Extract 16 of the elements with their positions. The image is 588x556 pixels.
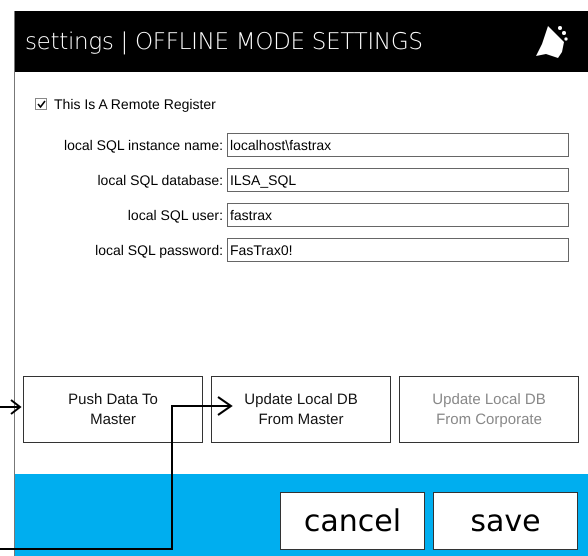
save-button[interactable]: save — [433, 492, 578, 550]
action-button[interactable]: Update Local DB From Master — [211, 376, 391, 443]
text-field[interactable]: localhost\fastrax — [227, 133, 569, 157]
action-button[interactable]: Push Data To Master — [23, 376, 203, 443]
field-label: local SQL database: — [96, 172, 224, 188]
checkbox-label: This Is A Remote Register — [54, 96, 216, 112]
cancel-button[interactable]: cancel — [280, 492, 425, 550]
window-title: settings | OFFLINE MODE SETTINGS — [25, 28, 423, 54]
text-field[interactable]: ILSA_SQL — [227, 168, 569, 192]
logo-icon — [534, 24, 568, 60]
field-label: local SQL instance name: — [62, 137, 224, 153]
field-label: local SQL password: — [94, 242, 224, 258]
checkbox[interactable] — [35, 98, 47, 110]
text-field[interactable]: fastrax — [227, 203, 569, 227]
text-field[interactable]: FasTrax0! — [227, 238, 569, 262]
field-label: local SQL user: — [126, 207, 224, 223]
